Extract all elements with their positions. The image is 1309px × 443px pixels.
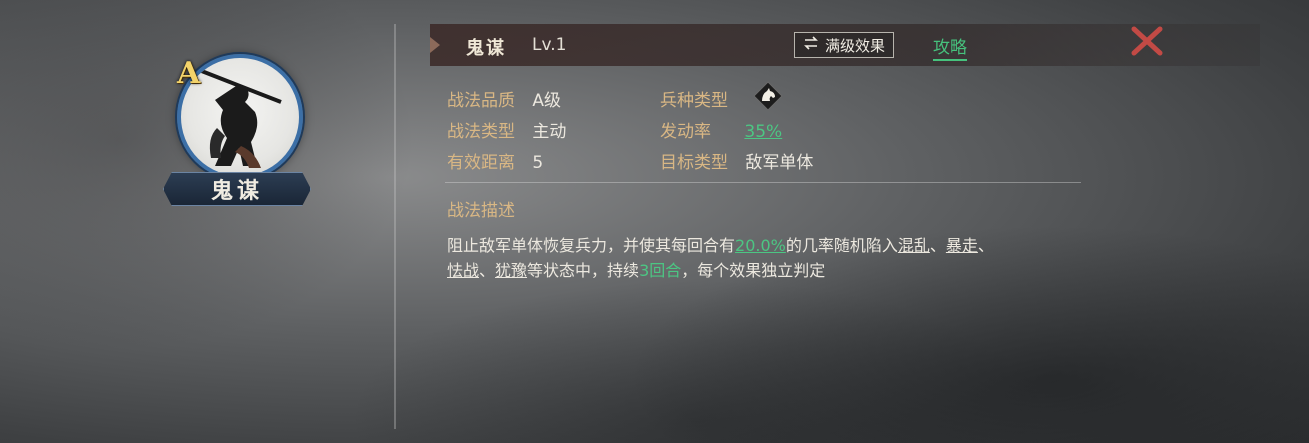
status-link-rampage[interactable]: 暴走 (946, 236, 978, 255)
vertical-divider (394, 24, 396, 429)
close-button[interactable] (1130, 24, 1164, 58)
desc-sep: 、 (929, 236, 946, 255)
desc-part: 等状态中，持续 (527, 261, 640, 280)
quality-row: 战法品质 A级 (447, 86, 561, 111)
troop-row: 兵种类型 (660, 86, 728, 111)
cavalry-horse-icon (752, 80, 784, 112)
status-link-chaos[interactable]: 混乱 (898, 236, 930, 255)
skill-title: 鬼谋 (466, 38, 506, 59)
quality-label: 战法品质 (447, 91, 515, 111)
grade-badge: A (177, 56, 201, 91)
section-divider (445, 182, 1081, 183)
range-label: 有效距离 (447, 153, 515, 173)
target-value: 敌军单体 (745, 153, 814, 173)
desc-part: ，每个效果独立判定 (681, 261, 826, 280)
status-link-hesitate[interactable]: 犹豫 (495, 261, 527, 280)
type-value: 主动 (532, 122, 567, 142)
range-value: 5 (532, 153, 544, 173)
swap-icon (803, 36, 819, 54)
type-row: 战法类型 主动 (447, 117, 566, 142)
close-icon (1131, 26, 1163, 56)
max-effect-label: 满级效果 (825, 36, 886, 55)
description-text: 阻止敌军单体恢复兵力，并使其每回合有20.0%的几率随机陷入混乱、暴走、 怯战、犹… (447, 233, 1087, 283)
type-label: 战法类型 (447, 122, 515, 142)
target-label: 目标类型 (660, 153, 728, 173)
skill-level: Lv.1 (532, 35, 567, 55)
desc-part: 的几率随机陷入 (785, 236, 898, 255)
desc-chance[interactable]: 20.0% (735, 236, 786, 255)
header-marker-icon (430, 37, 440, 53)
range-row: 有效距离 5 (447, 148, 543, 173)
max-effect-button[interactable]: 满级效果 (794, 32, 895, 58)
desc-sep: 、 (479, 261, 496, 280)
rate-row: 发动率 35% (660, 117, 782, 142)
quality-value: A级 (532, 91, 562, 111)
description-title: 战法描述 (447, 201, 515, 221)
desc-duration: 3回合 (639, 261, 682, 280)
skill-name-plate: 鬼谋 (163, 172, 311, 206)
guide-link[interactable]: 攻略 (933, 33, 967, 61)
target-row: 目标类型 敌军单体 (660, 148, 813, 173)
rate-value[interactable]: 35% (744, 122, 782, 142)
troop-label: 兵种类型 (660, 91, 728, 111)
rate-label: 发动率 (660, 122, 711, 142)
desc-part: 阻止敌军单体恢复兵力，并使其每回合有 (447, 236, 736, 255)
status-link-fear[interactable]: 怯战 (447, 261, 479, 280)
desc-sep: 、 (977, 236, 994, 255)
